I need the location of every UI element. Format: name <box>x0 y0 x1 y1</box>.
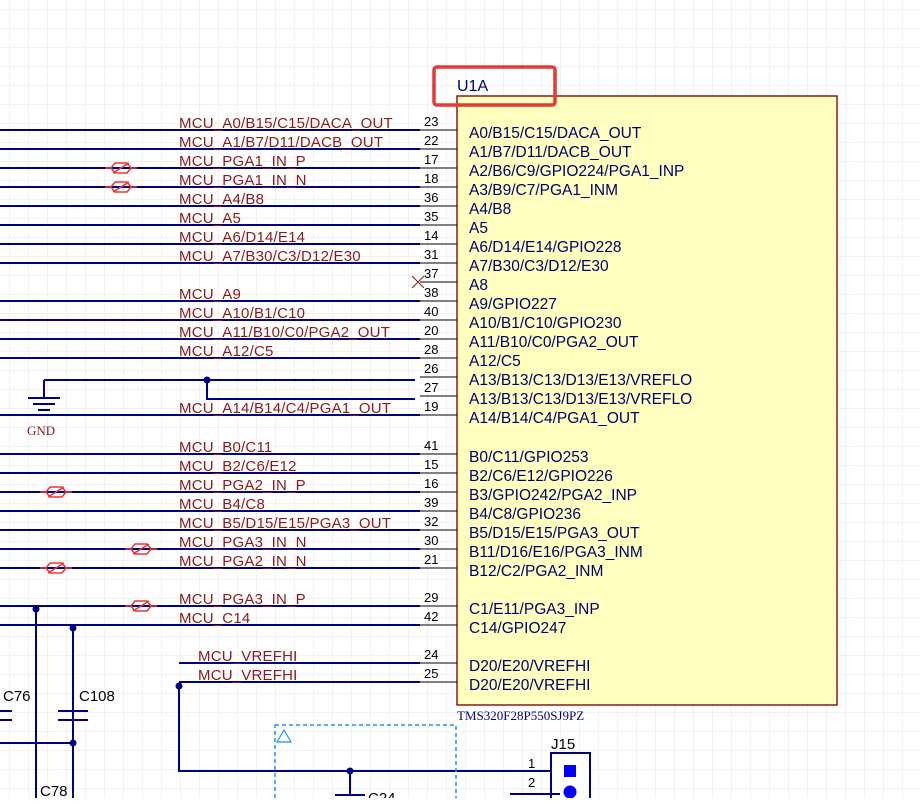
net-label[interactable]: MCU_PGA3_IN_N <box>179 534 307 551</box>
pin-name: B0/C11/GPIO253 <box>469 449 588 466</box>
pin-number: 35 <box>424 209 438 224</box>
pin-number: 32 <box>424 514 438 529</box>
pin-number: 39 <box>424 495 438 510</box>
net-label[interactable]: MCU_A1/B7/D11/DACB_OUT <box>179 134 383 151</box>
net-label[interactable]: MCU_A0/B15/C15/DACA_OUT <box>179 115 393 132</box>
pin-number: 21 <box>424 552 438 567</box>
pin-number: 37 <box>424 266 438 281</box>
connector-pin2-pad[interactable] <box>563 785 577 799</box>
net-label[interactable]: MCU_PGA2_IN_P <box>179 477 306 494</box>
pin-number: 26 <box>424 361 438 376</box>
junction-dot <box>69 624 77 632</box>
pin-number: 29 <box>424 590 438 605</box>
pin-name: C1/E11/PGA3_INP <box>469 601 600 618</box>
pin-number: 30 <box>424 533 438 548</box>
connector-pin1-pad[interactable] <box>564 765 576 777</box>
pin-name: A2/B6/C9/GPIO224/PGA1_INP <box>469 163 684 180</box>
pin-number: 27 <box>424 380 438 395</box>
junction-dot <box>203 376 211 384</box>
pin-name: B5/D15/E15/PGA3_OUT <box>469 525 640 542</box>
pin-name: D20/E20/VREFHI <box>469 677 590 694</box>
capacitor-c76-label: C76 <box>3 688 31 705</box>
net-label[interactable]: MCU_A6/D14/E14 <box>179 229 305 246</box>
component-designator[interactable]: U1A <box>457 78 488 95</box>
net-label[interactable]: MCU_C14 <box>179 610 250 627</box>
part-number: TMS320F28P550SJ9PZ <box>457 708 584 723</box>
pin-name: B3/GPIO242/PGA2_INP <box>469 487 637 504</box>
pin-name: A3/B9/C7/PGA1_INM <box>469 182 618 199</box>
net-label[interactable]: MCU_PGA1_IN_P <box>179 153 306 170</box>
ground-label: GND <box>27 423 55 438</box>
pin-name: A12/C5 <box>469 353 521 370</box>
net-label[interactable]: MCU_A4/B8 <box>179 191 264 208</box>
pin-number: 25 <box>424 666 438 681</box>
pin-name: B11/D16/E16/PGA3_INM <box>469 544 643 561</box>
pin-number: 23 <box>424 114 438 129</box>
pin-number: 17 <box>424 152 438 167</box>
pin-number: 18 <box>424 171 438 186</box>
net-label[interactable]: MCU_B2/C6/E12 <box>179 458 297 475</box>
net-label[interactable]: MCU_A9 <box>179 286 241 303</box>
pin-name: A7/B30/C3/D12/E30 <box>469 258 609 275</box>
pin-name: A11/B10/C0/PGA2_OUT <box>469 334 639 351</box>
pin-name: C14/GPIO247 <box>469 620 566 637</box>
pin-name: A1/B7/D11/DACB_OUT <box>469 144 632 161</box>
capacitor-c108-label: C108 <box>79 688 115 705</box>
pin-number: 31 <box>424 247 438 262</box>
pin-name: A9/GPIO227 <box>469 296 557 313</box>
net-label[interactable]: MCU_B5/D15/E15/PGA3_OUT <box>179 515 391 532</box>
pin-number: 36 <box>424 190 438 205</box>
pin-number: 28 <box>424 342 438 357</box>
pin-name: A8 <box>469 277 488 294</box>
pin-name: A13/B13/C13/D13/E13/VREFLO <box>469 391 692 408</box>
net-label[interactable]: MCU_A5 <box>179 210 241 227</box>
pin-name: A14/B14/C4/PGA1_OUT <box>469 410 640 427</box>
pin-name: D20/E20/VREFHI <box>469 658 590 675</box>
pin-number: 38 <box>424 285 438 300</box>
connector-j15-label: J15 <box>551 736 575 753</box>
pin-number: 22 <box>424 133 438 148</box>
pin-name: B12/C2/PGA2_INM <box>469 563 603 580</box>
capacitor-c24-label: C24 <box>368 790 396 798</box>
pin-number: 16 <box>424 476 438 491</box>
net-label[interactable]: MCU_VREFHI <box>198 648 298 665</box>
pin-number: 41 <box>424 438 438 453</box>
junction-dot <box>32 605 40 613</box>
net-label[interactable]: MCU_A14/B14/C4/PGA1_OUT <box>179 400 391 417</box>
pin-number: 19 <box>424 399 438 414</box>
pin-name: B2/C6/E12/GPIO226 <box>469 468 613 485</box>
pin-name: A13/B13/C13/D13/E13/VREFLO <box>469 372 692 389</box>
connector-pin1-number: 1 <box>528 756 535 771</box>
pin-name: A0/B15/C15/DACA_OUT <box>469 125 642 142</box>
pin-name: B4/C8/GPIO236 <box>469 506 581 523</box>
pin-number: 14 <box>424 228 438 243</box>
net-label[interactable]: MCU_VREFHI <box>198 667 298 684</box>
pin-name: A4/B8 <box>469 201 511 218</box>
pin-number: 24 <box>424 647 438 662</box>
junction-dot <box>175 682 183 690</box>
net-label[interactable]: MCU_A10/B1/C10 <box>179 305 305 322</box>
net-label[interactable]: MCU_PGA2_IN_N <box>179 553 307 570</box>
pin-number: 15 <box>424 457 438 472</box>
pin-number: 40 <box>424 304 438 319</box>
net-label[interactable]: MCU_B4/C8 <box>179 496 265 513</box>
net-label[interactable]: MCU_B0/C11 <box>179 439 272 456</box>
capacitor-c78-label: C78 <box>40 783 68 798</box>
pin-name: A10/B1/C10/GPIO230 <box>469 315 622 332</box>
pin-name: A6/D14/E14/GPIO228 <box>469 239 622 256</box>
pin-number: 42 <box>424 609 438 624</box>
connector-pin2-number: 2 <box>528 775 535 790</box>
schematic-sheet[interactable]: U1A TMS320F28P550SJ9PZ 23 A0/B15/C15/DACA… <box>0 0 920 803</box>
net-label[interactable]: MCU_PGA1_IN_N <box>179 172 307 189</box>
pin-name: A5 <box>469 220 488 237</box>
net-label[interactable]: MCU_A7/B30/C3/D12/E30 <box>179 248 361 265</box>
net-label[interactable]: MCU_A12/C5 <box>179 343 274 360</box>
pin-number: 20 <box>424 323 438 338</box>
net-label[interactable]: MCU_PGA3_IN_P <box>179 591 306 608</box>
net-label[interactable]: MCU_A11/B10/C0/PGA2_OUT <box>179 324 390 341</box>
